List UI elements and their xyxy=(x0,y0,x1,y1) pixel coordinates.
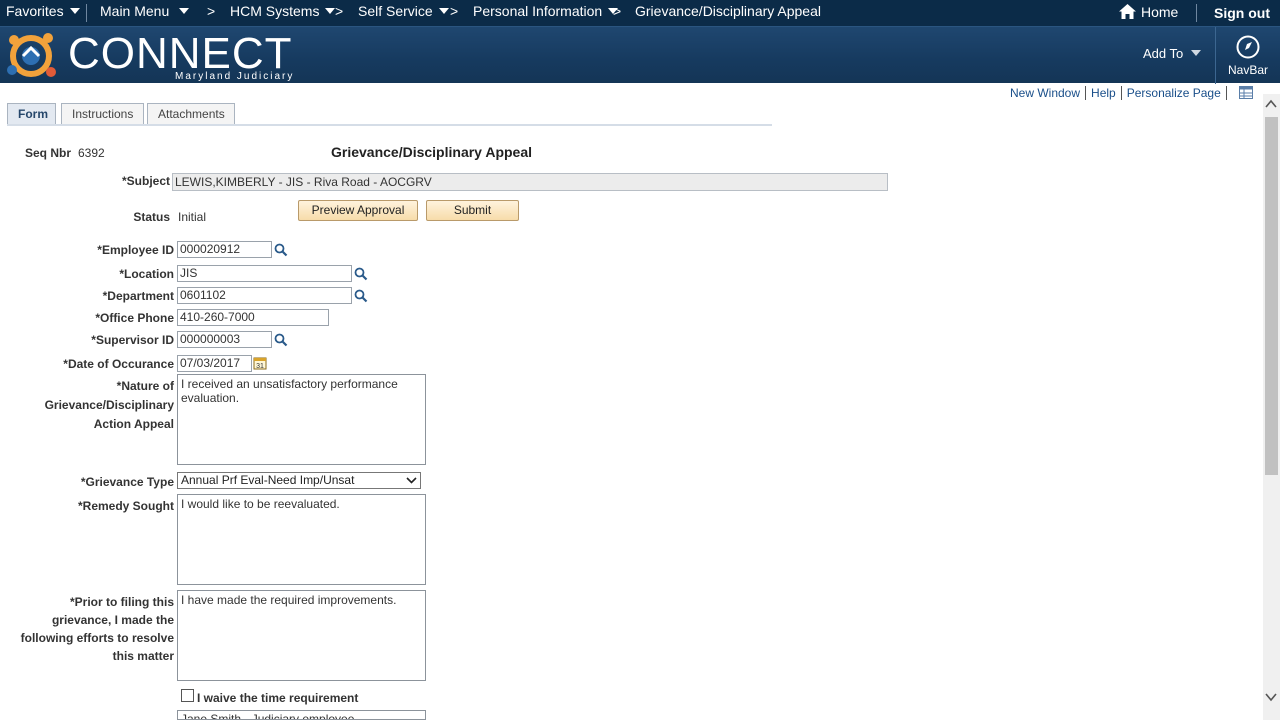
sign-out-link[interactable]: Sign out xyxy=(1214,5,1270,21)
waive-time-label: I waive the time requirement xyxy=(197,691,359,705)
divider xyxy=(1225,86,1227,100)
scrollbar-thumb[interactable] xyxy=(1265,117,1278,475)
supervisor-id-label: *Supervisor ID xyxy=(91,333,174,347)
home-label: Home xyxy=(1141,4,1179,20)
divider xyxy=(1085,86,1087,100)
add-to-menu[interactable]: Add To xyxy=(1143,46,1202,61)
employee-id-label: *Employee ID xyxy=(97,243,174,257)
tab-instructions[interactable]: Instructions xyxy=(61,103,144,125)
supervisor-id-input[interactable]: 000000003 xyxy=(177,331,272,348)
svg-text:31: 31 xyxy=(256,363,264,370)
nature-label-line: Action Appeal xyxy=(93,417,174,431)
divider xyxy=(86,4,87,22)
waive-time-checkbox[interactable] xyxy=(181,689,194,702)
remedy-sought-textarea[interactable]: I would like to be reevaluated. xyxy=(177,494,426,585)
submit-button[interactable]: Submit xyxy=(426,200,519,221)
prior-efforts-label-line: following efforts to resolve xyxy=(20,631,174,645)
status-value: Initial xyxy=(178,210,207,224)
grievance-type-select[interactable]: Annual Prf Eval-Need Imp/Unsat xyxy=(177,472,421,489)
breadcrumb-separator: > xyxy=(335,3,344,19)
prior-efforts-label: *Prior to filing this grievance, I made … xyxy=(10,593,174,665)
date-of-occurance-label: *Date of Occurance xyxy=(63,357,174,371)
calendar-icon[interactable]: 31 xyxy=(253,356,267,370)
remedy-sought-label: *Remedy Sought xyxy=(77,499,174,513)
divider xyxy=(1120,86,1122,100)
search-icon[interactable] xyxy=(274,333,288,347)
nature-label-line: Grievance/Disciplinary xyxy=(44,398,174,412)
main-menu[interactable]: Main Menu xyxy=(100,3,190,19)
home-link[interactable]: Home xyxy=(1119,4,1178,20)
nature-label: *Nature of Grievance/Disciplinary Action… xyxy=(20,377,174,433)
subject-field[interactable]: LEWIS,KIMBERLY - JIS - Riva Road - AOCGR… xyxy=(172,173,888,191)
breadcrumb-personal-information[interactable]: Personal Information xyxy=(473,3,619,19)
search-icon[interactable] xyxy=(354,267,368,281)
breadcrumb-current: Grievance/Disciplinary Appeal xyxy=(635,3,821,19)
breadcrumb-label: Self Service xyxy=(358,3,433,19)
scroll-down-icon[interactable] xyxy=(1265,692,1277,702)
prior-efforts-label-line: grievance, I made the xyxy=(51,613,174,627)
chevron-down-icon xyxy=(179,8,190,14)
next-textarea[interactable]: Jane Smith - Judiciary employee xyxy=(177,710,426,720)
breadcrumb-separator: > xyxy=(450,3,459,19)
office-phone-input[interactable]: 410-260-7000 xyxy=(177,309,329,326)
chevron-down-icon xyxy=(69,8,80,14)
nature-textarea[interactable]: I received an unsatisfactory performance… xyxy=(177,374,426,465)
logo-subtitle: Maryland Judiciary xyxy=(175,71,295,82)
prior-efforts-textarea[interactable]: I have made the required improvements. xyxy=(177,590,426,681)
navbar-label: NavBar xyxy=(1228,63,1269,77)
breadcrumb-label: Personal Information xyxy=(473,3,603,19)
grievance-type-value: Annual Prf Eval-Need Imp/Unsat xyxy=(181,473,355,487)
breadcrumb-label: HCM Systems xyxy=(230,3,320,19)
subject-label: *Subject xyxy=(121,174,170,188)
next-textarea-text: Jane Smith - Judiciary employee xyxy=(181,712,355,720)
location-input[interactable]: JIS xyxy=(177,265,352,282)
help-link[interactable]: Help xyxy=(1091,86,1116,100)
department-label: *Department xyxy=(102,289,174,303)
new-window-link[interactable]: New Window xyxy=(1010,86,1080,100)
page-links: New Window Help Personalize Page xyxy=(1010,86,1232,100)
home-icon xyxy=(1119,4,1136,19)
tab-form[interactable]: Form xyxy=(7,103,56,125)
top-navigation-bar: Favorites Main Menu > HCM Systems > Self… xyxy=(0,0,1280,26)
office-phone-label: *Office Phone xyxy=(95,311,174,325)
header-banner: CONNECT Maryland Judiciary Add To NavBar xyxy=(0,26,1280,84)
seq-nbr-value: 6392 xyxy=(78,146,105,160)
chevron-down-icon xyxy=(1191,50,1202,56)
chevron-down-icon xyxy=(325,8,336,14)
department-input[interactable]: 0601102 xyxy=(177,287,352,304)
prior-efforts-label-line: this matter xyxy=(112,649,174,663)
location-label: *Location xyxy=(119,267,174,281)
grid-view-icon[interactable] xyxy=(1239,86,1253,99)
breadcrumb-separator: > xyxy=(613,3,622,19)
search-icon[interactable] xyxy=(274,243,288,257)
status-label: Status xyxy=(133,210,170,224)
page-title: Grievance/Disciplinary Appeal xyxy=(331,144,533,160)
date-of-occurance-input[interactable]: 07/03/2017 xyxy=(177,355,252,372)
breadcrumb-separator: > xyxy=(207,3,216,19)
personalize-page-link[interactable]: Personalize Page xyxy=(1127,86,1221,100)
tab-attachments[interactable]: Attachments xyxy=(147,103,235,125)
tab-underline xyxy=(7,124,772,126)
favorites-label: Favorites xyxy=(6,3,64,19)
search-icon[interactable] xyxy=(354,289,368,303)
divider xyxy=(1196,4,1197,22)
favorites-menu[interactable]: Favorites xyxy=(6,3,80,19)
chevron-down-icon xyxy=(438,8,449,14)
employee-id-input[interactable]: 000020912 xyxy=(177,241,272,258)
preview-approval-button[interactable]: Preview Approval xyxy=(298,200,418,221)
prior-efforts-label-line: *Prior to filing this xyxy=(70,595,174,609)
chevron-down-icon xyxy=(406,477,417,484)
scroll-up-icon[interactable] xyxy=(1265,99,1277,109)
main-menu-label: Main Menu xyxy=(100,3,170,19)
connect-logo-icon xyxy=(7,33,56,77)
grievance-type-label: *Grievance Type xyxy=(80,475,174,489)
breadcrumb-hcm-systems[interactable]: HCM Systems xyxy=(230,3,336,19)
seq-nbr-label: Seq Nbr xyxy=(25,146,72,160)
nature-label-line: *Nature of xyxy=(116,379,174,393)
add-to-label: Add To xyxy=(1143,46,1184,61)
compass-icon xyxy=(1236,35,1260,59)
breadcrumb-self-service[interactable]: Self Service xyxy=(358,3,449,19)
